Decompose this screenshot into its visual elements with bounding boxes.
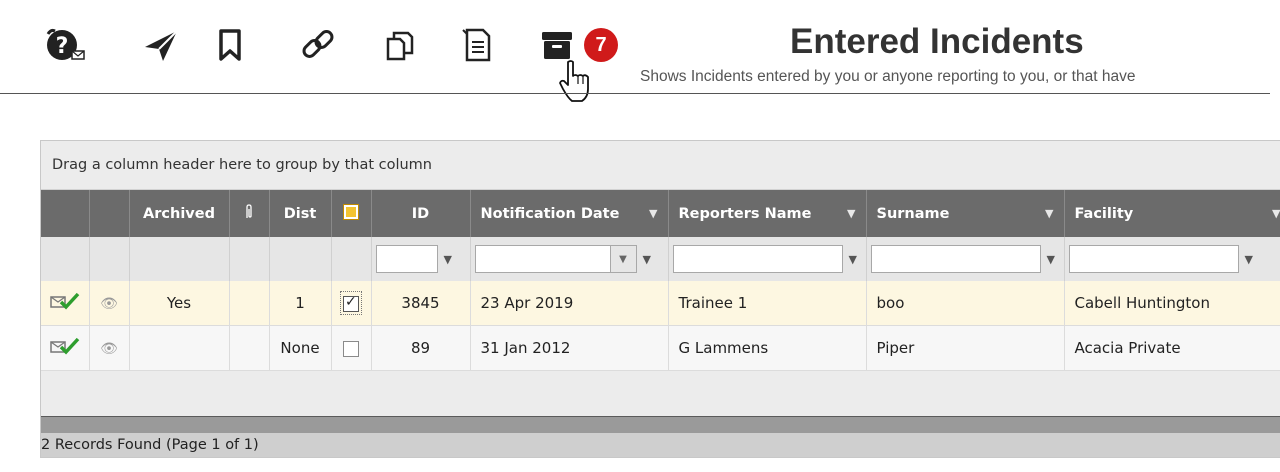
filter-funnel-icon[interactable]: ▼ — [444, 253, 452, 266]
surname-cell: boo — [866, 281, 1065, 326]
notification-date-cell: 31 Jan 2012 — [470, 325, 669, 371]
surname-cell: Piper — [866, 325, 1065, 371]
surname-filter-input[interactable] — [870, 245, 1041, 273]
paperclip-icon — [244, 203, 254, 225]
facility-cell: Cabell Huntington — [1064, 281, 1280, 326]
grid-footer: 2 Records Found (Page 1 of 1) — [41, 416, 1280, 457]
dist-cell[interactable]: None — [269, 325, 332, 371]
incidents-grid: Drag a column header here to group by th… — [40, 140, 1280, 458]
filter-funnel-icon[interactable]: ▼ — [1045, 207, 1053, 220]
filter-funnel-icon[interactable]: ▼ — [1047, 253, 1055, 266]
reporters-name-filter-input[interactable] — [672, 245, 843, 273]
reporters-name-cell: G Lammens — [668, 325, 867, 371]
column-header-attachment[interactable] — [229, 190, 270, 237]
id-cell[interactable]: 89 — [371, 325, 471, 371]
eye-icon[interactable]: 👁 — [100, 341, 118, 357]
column-header-dist[interactable]: Dist — [269, 190, 332, 237]
row-checkbox[interactable] — [343, 340, 359, 357]
filter-row: ▼ ▼ ▼ ▼ ▼ ▼ — [41, 237, 1280, 281]
document-icon[interactable] — [452, 22, 502, 68]
table-row[interactable]: 👁 None 89 31 Jan 2012 G Lammens Piper Ac… — [41, 325, 1280, 371]
id-cell[interactable]: 3845 — [371, 281, 471, 326]
annotation-badge-7: 7 — [584, 28, 618, 62]
help-email-icon[interactable]: ? — [40, 22, 90, 68]
approved-check-icon[interactable] — [49, 337, 81, 359]
bookmark-icon[interactable] — [205, 22, 255, 68]
archived-cell: Yes — [129, 281, 230, 326]
footer-band — [41, 417, 1280, 433]
group-panel-text: Drag a column header here to group by th… — [52, 157, 432, 173]
status-cell[interactable] — [41, 325, 90, 371]
filter-funnel-icon[interactable]: ▼ — [849, 253, 857, 266]
attachment-cell — [229, 281, 270, 326]
svg-text:?: ? — [56, 34, 69, 59]
filter-funnel-icon[interactable]: ▼ — [649, 207, 657, 220]
notification-date-filter-input[interactable] — [474, 245, 611, 273]
attachment-cell — [229, 325, 270, 371]
column-header-surname[interactable]: Surname ▼ — [866, 190, 1065, 237]
view-cell[interactable]: 👁 — [89, 325, 130, 371]
filter-funnel-icon[interactable]: ▼ — [1272, 207, 1280, 220]
send-icon[interactable] — [136, 22, 186, 68]
reporters-name-label: Reporters Name — [678, 205, 812, 222]
select-cell[interactable] — [331, 281, 372, 326]
facility-filter-input[interactable] — [1068, 245, 1239, 273]
filter-funnel-icon[interactable]: ▼ — [1245, 253, 1253, 266]
chevron-down-icon[interactable]: ▼ — [610, 245, 637, 273]
view-cell[interactable]: 👁 — [89, 281, 130, 326]
archived-cell — [129, 325, 230, 371]
column-header-view — [89, 190, 130, 237]
column-header-reporters-name[interactable]: Reporters Name ▼ — [668, 190, 867, 237]
column-header-select[interactable] — [331, 190, 372, 237]
toolbar-divider — [0, 93, 1270, 94]
record-count-text: 2 Records Found (Page 1 of 1) — [41, 437, 259, 453]
eye-icon[interactable]: 👁 — [100, 296, 118, 312]
copy-icon[interactable] — [375, 22, 425, 68]
reporters-name-cell: Trainee 1 — [668, 281, 867, 326]
column-header-id[interactable]: ID — [371, 190, 471, 237]
filter-funnel-icon[interactable]: ▼ — [847, 207, 855, 220]
select-all-checkbox-icon[interactable] — [343, 203, 359, 220]
select-cell[interactable] — [331, 325, 372, 371]
hand-cursor-icon — [558, 58, 592, 106]
facility-label: Facility — [1074, 205, 1134, 222]
page-title: Entered Incidents — [790, 22, 1084, 61]
page-subtitle: Shows Incidents entered by you or anyone… — [640, 68, 1136, 85]
incidents-table: Archived Dist ID Notification Date ▼ Repo… — [41, 190, 1280, 371]
column-header-facility[interactable]: Facility ▼ — [1064, 190, 1280, 237]
toolbar: ? 7 Entered Incidents Shows Incidents en… — [0, 0, 1280, 102]
notification-date-label: Notification Date — [480, 205, 620, 222]
status-cell[interactable] — [41, 281, 90, 326]
table-row[interactable]: 👁 Yes 1 3845 23 Apr 2019 Trainee 1 boo C… — [41, 281, 1280, 326]
row-checkbox[interactable] — [343, 294, 359, 312]
link-icon[interactable] — [293, 22, 343, 68]
column-header-notification-date[interactable]: Notification Date ▼ — [470, 190, 669, 237]
approved-check-icon[interactable] — [49, 292, 81, 314]
filter-funnel-icon[interactable]: ▼ — [643, 253, 651, 266]
surname-label: Surname — [876, 205, 950, 222]
column-header-row: Archived Dist ID Notification Date ▼ Repo… — [41, 190, 1280, 237]
column-header-status — [41, 190, 90, 237]
facility-cell: Acacia Private — [1064, 325, 1280, 371]
column-header-archived[interactable]: Archived — [129, 190, 230, 237]
dist-cell[interactable]: 1 — [269, 281, 332, 326]
group-by-panel[interactable]: Drag a column header here to group by th… — [41, 141, 1280, 190]
id-filter-input[interactable] — [375, 245, 438, 273]
notification-date-cell: 23 Apr 2019 — [470, 281, 669, 326]
